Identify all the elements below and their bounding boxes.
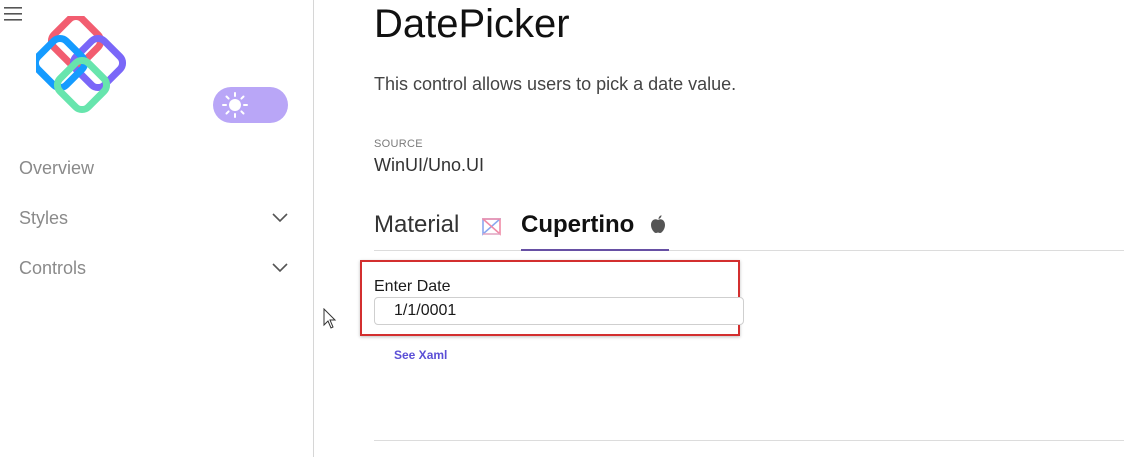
nav-item-controls[interactable]: Controls [0, 249, 312, 289]
mouse-pointer-icon [323, 308, 337, 329]
tab-label: Material [374, 211, 460, 238]
tab-material[interactable]: Material [374, 206, 509, 250]
hamburger-menu-icon[interactable] [4, 6, 22, 22]
date-picker-value: 1/1/0001 [394, 302, 457, 319]
sun-icon [222, 92, 248, 118]
date-picker-label: Enter Date [374, 278, 451, 295]
page-title: DatePicker [374, 2, 570, 46]
design-system-tabs: Material Cupertino [374, 206, 1124, 251]
tab-label: Cupertino [521, 211, 635, 238]
nav-item-label: Overview [19, 158, 95, 178]
nav-item-styles[interactable]: Styles [0, 199, 312, 239]
nav-item-overview[interactable]: Overview [0, 149, 312, 189]
source-label: SOURCE [374, 138, 423, 150]
nav-item-label: Controls [19, 258, 87, 278]
tab-cupertino[interactable]: Cupertino [521, 206, 669, 251]
theme-toggle[interactable] [213, 87, 288, 123]
apple-icon [651, 215, 665, 233]
source-value: WinUI/Uno.UI [374, 155, 485, 175]
chevron-down-icon [272, 263, 288, 273]
sidebar: Overview Styles Controls [0, 0, 314, 457]
divider [374, 440, 1124, 441]
material-icon [482, 218, 501, 236]
see-xaml-link[interactable]: See Xaml [394, 348, 447, 362]
main-content: DatePicker This control allows users to … [360, 0, 1124, 457]
uno-logo [36, 16, 127, 114]
nav-item-label: Styles [19, 208, 69, 228]
page-description: This control allows users to pick a date… [374, 74, 737, 94]
active-tab-indicator [521, 249, 669, 251]
chevron-down-icon [272, 213, 288, 223]
date-picker-input[interactable]: 1/1/0001 [374, 297, 744, 325]
